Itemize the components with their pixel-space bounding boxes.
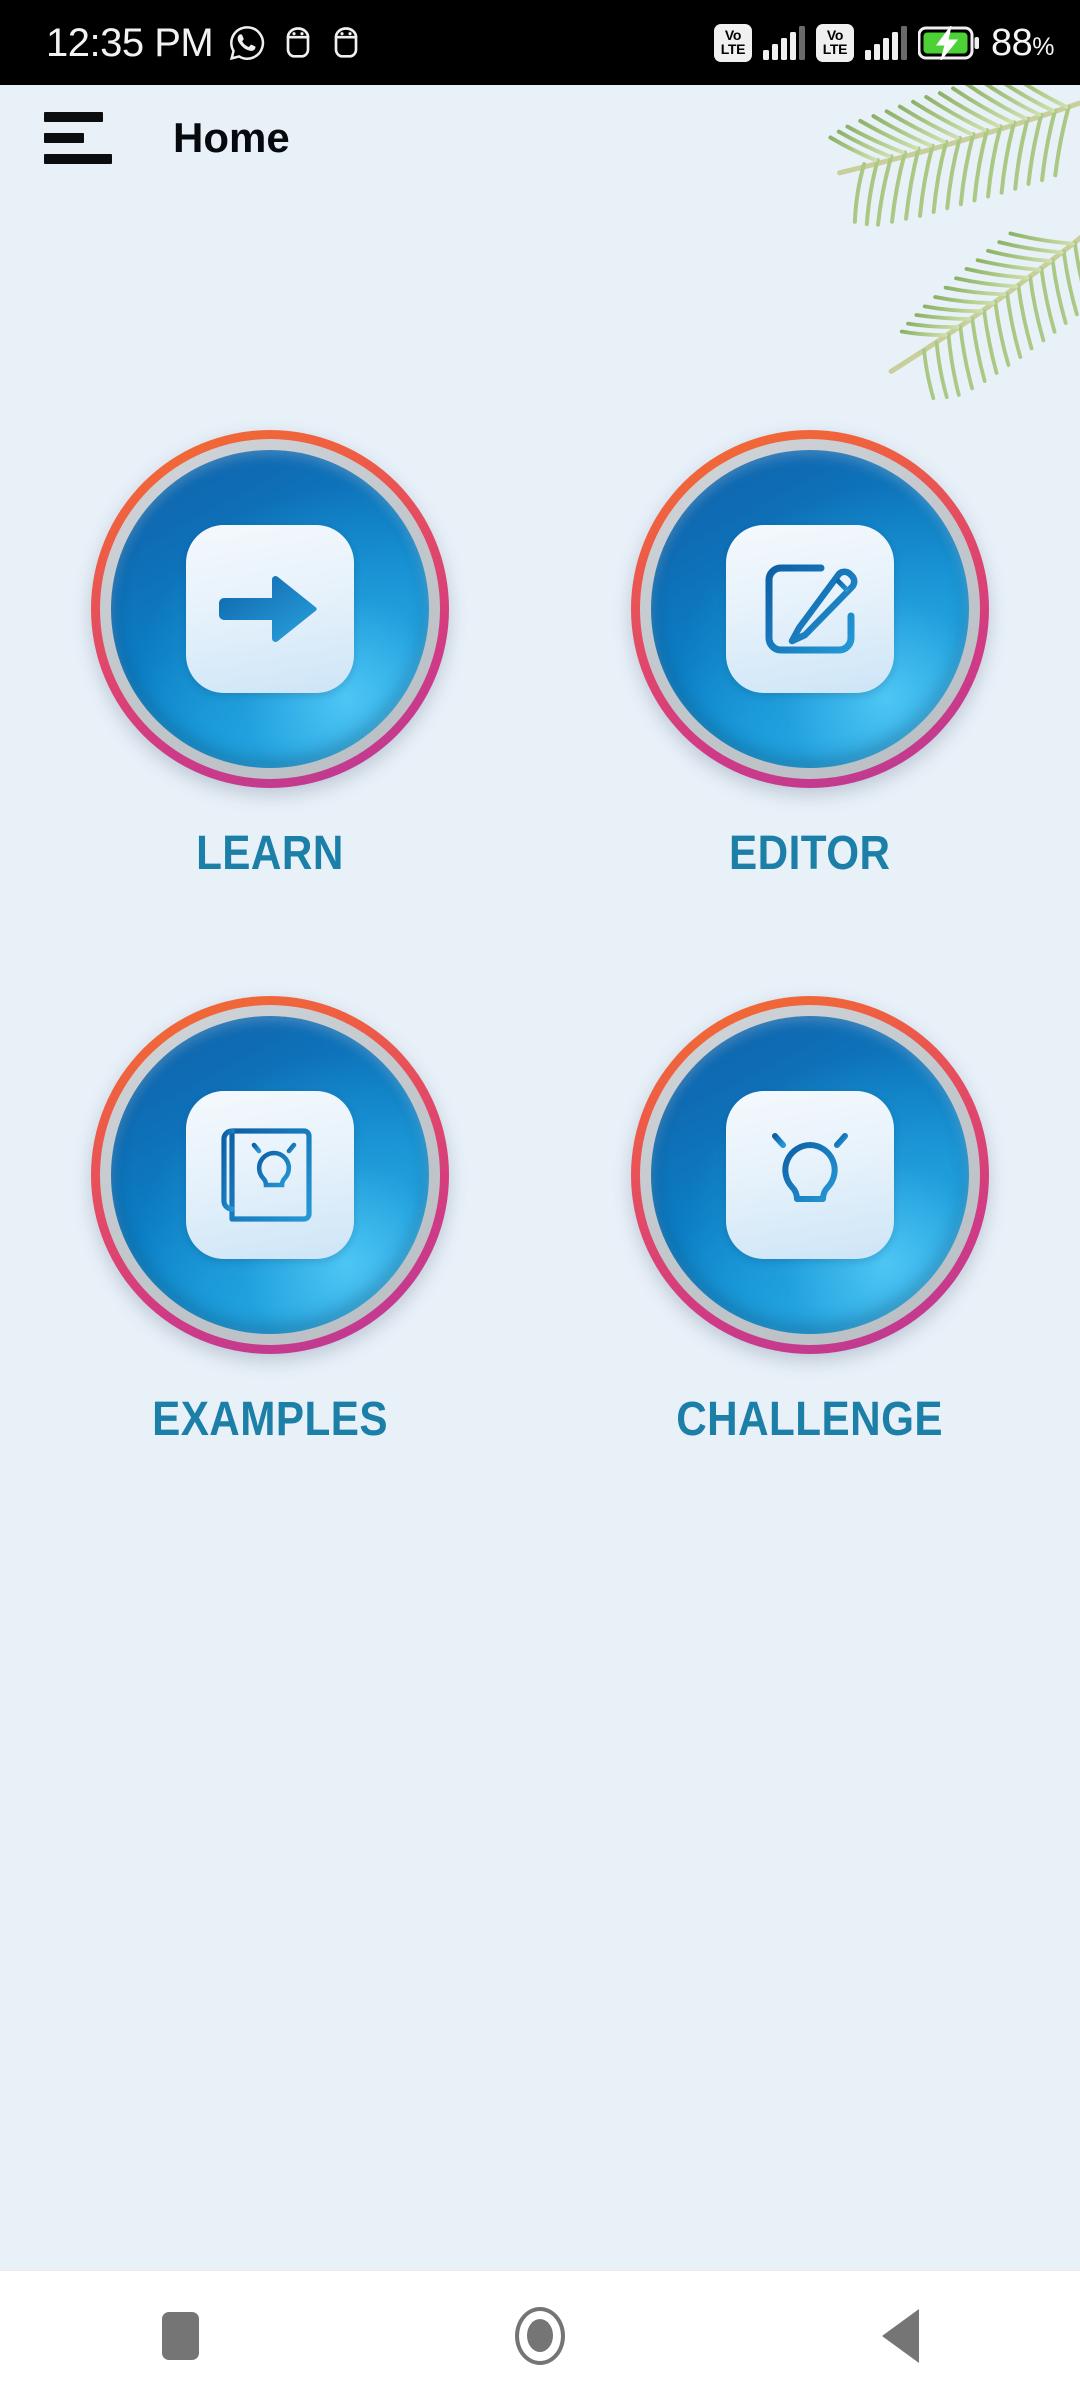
tile-editor[interactable]: EDITOR [540,430,1080,881]
lightbulb-icon [757,1119,863,1219]
home-tile-grid: LEARN EDITOR EXAMPLES CHALLENGE [0,430,1080,1447]
tile-editor-plate [726,525,894,693]
arrow-right-icon [219,576,317,642]
nav-back-button[interactable] [825,2271,975,2400]
square-recents-icon [161,2311,199,2360]
status-bar-left: 12:35 PM [46,23,363,63]
phone-screen: 12:35 PM Vo LTE Vo LTE 88% Home LEARN ED… [0,0,1080,2400]
menu-line-1 [44,111,103,122]
book-lightbulb-icon [221,1128,312,1222]
tile-challenge-disc [651,1016,969,1334]
signal-strength-icon-sim2 [864,25,907,60]
nav-recents-button[interactable] [105,2271,255,2400]
volte-badge-bottom: LTE [720,40,746,57]
tile-editor-ring [631,430,989,788]
battery-percentage: 88% [990,21,1055,64]
volte-badge-bottom: LTE [822,40,848,57]
tile-examples-disc [111,1016,429,1334]
tile-examples[interactable]: EXAMPLES [0,996,540,1447]
status-bar-right: Vo LTE Vo LTE 88% [713,21,1055,64]
android-navigation-bar [0,2270,1080,2400]
whatsapp-icon [230,25,265,60]
triangle-back-icon [881,2308,919,2363]
tile-learn-label: LEARN [196,827,344,880]
tile-learn-plate [186,525,354,693]
page-title: Home [173,113,290,161]
battery-charging-icon [917,25,979,60]
tile-editor-disc [651,450,969,768]
hamburger-menu-icon[interactable] [22,90,118,186]
tile-learn[interactable]: LEARN [0,430,540,881]
tile-challenge-ring [631,996,989,1354]
volte-badge-sim1: Vo LTE [713,23,752,62]
status-bar: 12:35 PM Vo LTE Vo LTE 88% [0,0,1080,85]
tile-editor-label: EDITOR [729,827,891,880]
menu-line-2 [44,132,84,143]
tile-learn-disc [111,450,429,768]
tile-examples-label: EXAMPLES [152,1393,388,1446]
status-time: 12:35 PM [46,20,214,65]
menu-line-3 [44,153,112,164]
circle-home-icon [515,2306,565,2365]
tile-examples-plate [186,1091,354,1259]
tile-challenge-label: CHALLENGE [676,1393,944,1446]
tile-challenge-plate [726,1091,894,1259]
android-app-icon [286,26,310,58]
nav-home-button[interactable] [465,2271,615,2400]
volte-badge-sim2: Vo LTE [815,23,854,62]
pencil-edit-icon [765,564,858,654]
tile-challenge[interactable]: CHALLENGE [540,996,1080,1447]
android-app-icon [334,26,358,58]
tile-learn-ring [91,430,449,788]
tile-examples-ring [91,996,449,1354]
app-bar: Home [0,85,1080,190]
signal-strength-icon-sim1 [762,25,805,60]
